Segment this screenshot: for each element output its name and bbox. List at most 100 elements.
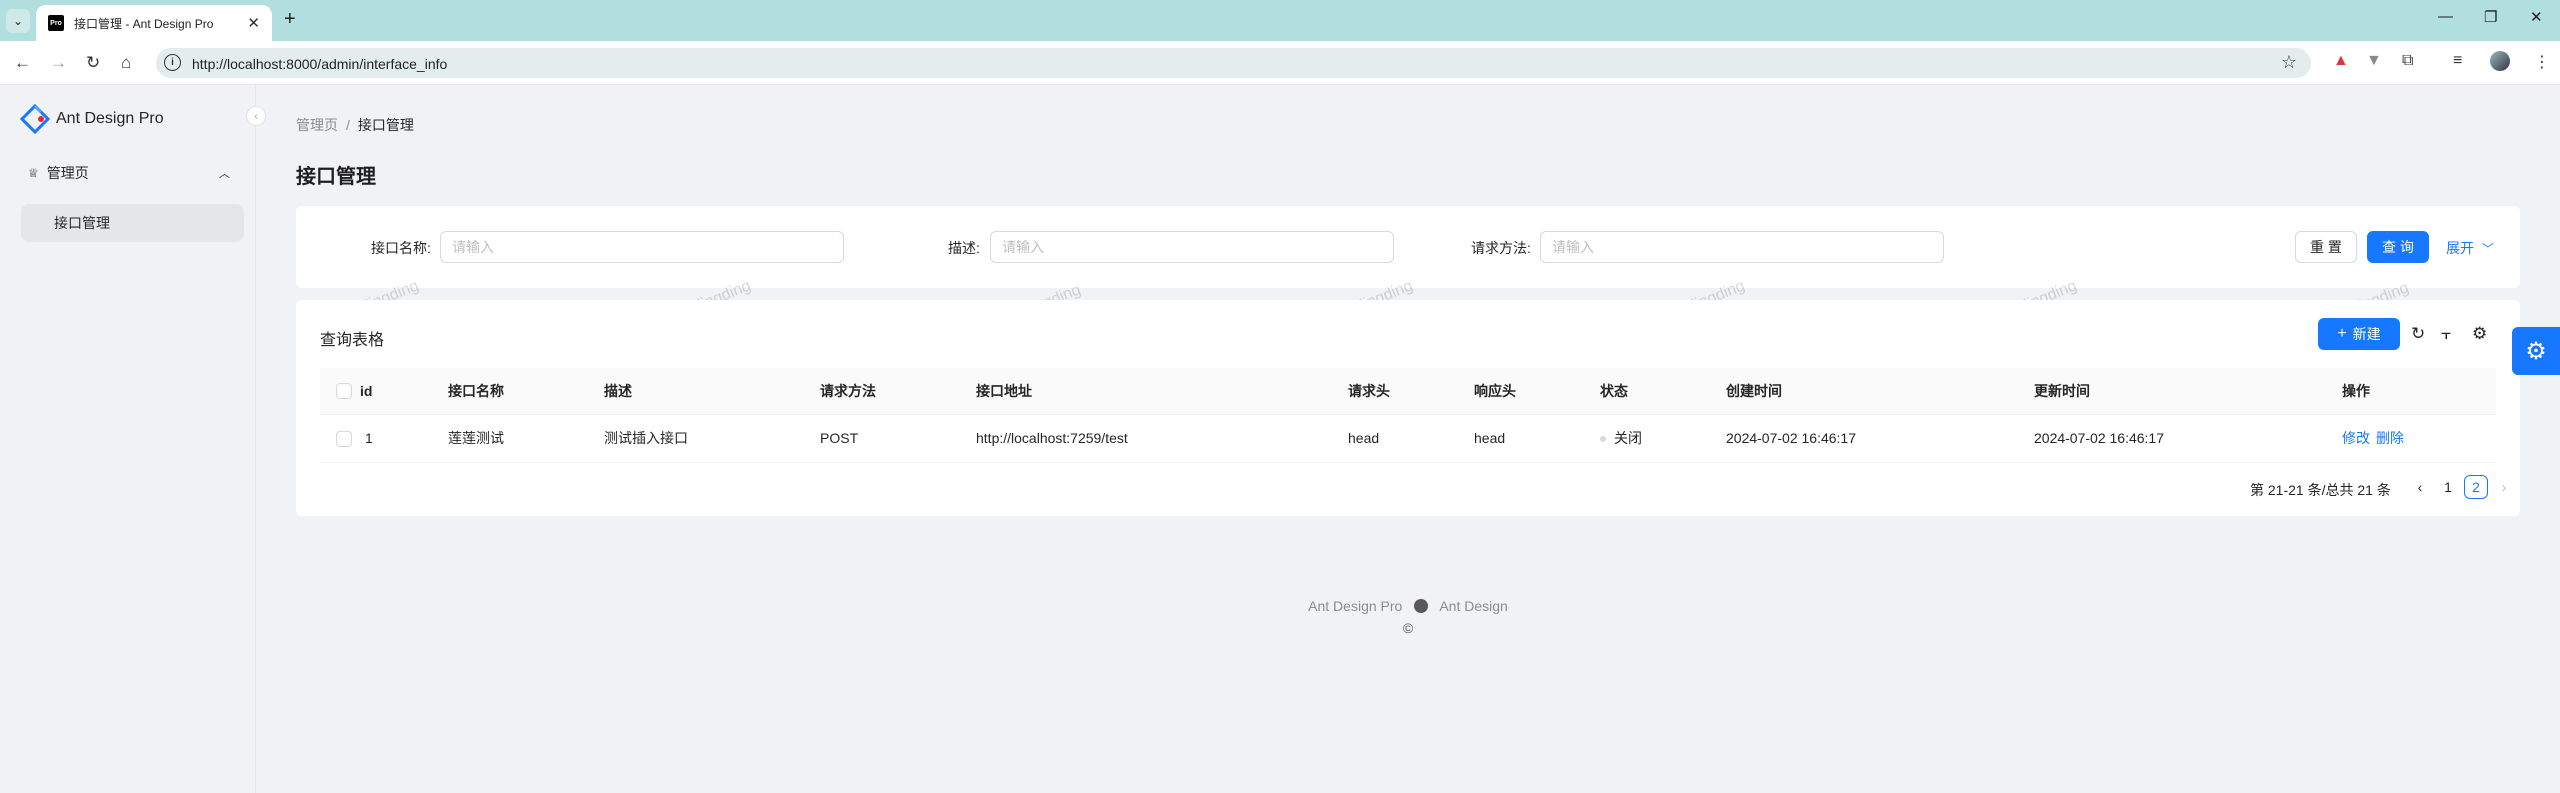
reload-table-icon[interactable]: ↻ — [2411, 324, 2425, 344]
chevron-down-icon: ﹀ — [2481, 242, 2494, 256]
back-arrow-icon[interactable]: ← — [14, 53, 31, 73]
method-input[interactable] — [1540, 231, 1944, 263]
breadcrumb: 管理页 / 接口管理 — [296, 115, 414, 135]
forward-arrow-icon[interactable]: → — [50, 53, 67, 73]
col-header-actions: 操作 — [2326, 368, 2496, 415]
extension-icon[interactable]: ▲ — [2333, 52, 2349, 70]
app-logo[interactable]: Ant Design Pro — [20, 104, 164, 134]
table-settings-gear-icon[interactable]: ⚙ — [2472, 324, 2487, 344]
tab-close-icon[interactable]: ✕ — [247, 14, 260, 32]
new-tab-icon[interactable]: + — [284, 8, 296, 31]
interface-table: id 接口名称 描述 请求方法 接口地址 请求头 响应头 状态 创建时间 更新时… — [320, 368, 2496, 463]
sider: Ant Design Pro ‹ ♕ 管理页 ︿ 接口管理 — [0, 86, 266, 793]
field-label-method: 请求方法: — [1471, 240, 1531, 256]
next-page-icon[interactable]: › — [2492, 475, 2516, 499]
expand-label: 展开 — [2446, 240, 2474, 256]
setting-gear-icon: ⚙ — [2525, 337, 2547, 365]
extensions-puzzle-icon[interactable]: ⧉ — [2402, 52, 2413, 70]
url-text[interactable]: http://localhost:8000/admin/interface_in… — [192, 56, 447, 72]
ant-design-logo-icon — [20, 104, 50, 134]
reset-button[interactable]: 重 置 — [2295, 231, 2357, 263]
new-button[interactable]: + 新建 — [2318, 318, 2400, 350]
menu-item-interface[interactable]: 接口管理 — [21, 204, 244, 242]
pagination-summary: 第 21-21 条/总共 21 条 — [2250, 482, 2391, 498]
description-input[interactable] — [990, 231, 1394, 263]
browser-tab[interactable]: Pro 接口管理 - Ant Design Pro ✕ — [36, 5, 272, 41]
col-header-id[interactable]: id — [360, 368, 432, 415]
omnibox[interactable]: i http://localhost:8000/admin/interface_… — [156, 48, 2311, 78]
minimize-icon[interactable]: — — [2438, 8, 2453, 25]
reading-list-icon[interactable]: ≡ — [2453, 52, 2462, 70]
table-row: 1 莲莲测试 测试插入接口 POST http://localhost:7259… — [320, 414, 2496, 463]
tab-search-chevron-icon[interactable]: ⌄ — [6, 9, 30, 33]
restore-icon[interactable]: ❐ — [2484, 8, 2497, 26]
field-label-description: 描述: — [948, 240, 980, 256]
query-button[interactable]: 查 询 — [2367, 231, 2429, 263]
select-all-checkbox[interactable] — [336, 383, 352, 400]
field-label-name: 接口名称: — [371, 240, 431, 256]
cell-updated: 2024-07-02 16:46:17 — [2018, 414, 2326, 463]
cell-url: http://localhost:7259/test — [960, 414, 1332, 463]
profile-avatar[interactable] — [2490, 51, 2510, 71]
app-title: Ant Design Pro — [56, 110, 164, 127]
table-title: 查询表格 — [320, 332, 385, 349]
page-1[interactable]: 1 — [2436, 475, 2460, 499]
menu-group-label: 管理页 — [46, 165, 89, 181]
column-height-icon[interactable]: ⫟ — [2441, 324, 2451, 344]
table-header-row: id 接口名称 描述 请求方法 接口地址 请求头 响应头 状态 创建时间 更新时… — [320, 368, 2496, 415]
breadcrumb-current: 接口管理 — [357, 117, 414, 133]
delete-link[interactable]: 删除 — [2376, 430, 2404, 446]
footer-link-pro[interactable]: Ant Design Pro — [1308, 598, 1402, 614]
expand-button[interactable]: 展开 ﹀ — [2446, 238, 2494, 258]
col-header-status[interactable]: 状态 — [1584, 368, 1710, 415]
cell-request-header: head — [1332, 414, 1458, 463]
new-button-label: 新建 — [2352, 326, 2381, 342]
name-input[interactable] — [440, 231, 844, 263]
prev-page-icon[interactable]: ‹ — [2408, 475, 2432, 499]
footer-links: Ant Design Pro Ant Design — [0, 598, 2560, 614]
tab-favicon: Pro — [48, 15, 64, 31]
extension-filter-icon[interactable]: ▼ — [2366, 52, 2382, 70]
col-header-response-header[interactable]: 响应头 — [1458, 368, 1584, 415]
bookmark-star-icon[interactable]: ☆ — [2281, 52, 2297, 73]
menu-group-admin[interactable]: ♕ 管理页 ︿ — [12, 158, 244, 188]
col-header-description[interactable]: 描述 — [588, 368, 804, 415]
cell-actions: 修改 删除 — [2326, 414, 2496, 463]
breadcrumb-separator: / — [346, 117, 350, 133]
reload-icon[interactable]: ↻ — [86, 53, 100, 73]
breadcrumb-parent[interactable]: 管理页 — [296, 117, 338, 133]
browser-menu-icon[interactable]: ⋮ — [2534, 52, 2550, 72]
col-header-url[interactable]: 接口地址 — [960, 368, 1332, 415]
select-all-cell — [320, 368, 360, 415]
row-select-cell — [320, 414, 360, 463]
search-form-card: 接口名称: 描述: 请求方法: 重 置 查 询 展开 ﹀ — [296, 206, 2520, 288]
tab-title: 接口管理 - Ant Design Pro — [74, 16, 214, 31]
status-dot-icon — [1600, 436, 1606, 443]
cell-status: 关闭 — [1584, 414, 1710, 463]
col-header-request-header[interactable]: 请求头 — [1332, 368, 1458, 415]
page-title: 接口管理 — [296, 166, 376, 188]
cell-response-header: head — [1458, 414, 1584, 463]
col-header-method[interactable]: 请求方法 — [804, 368, 960, 415]
site-info-icon[interactable]: i — [164, 54, 181, 71]
address-bar-row: ← → ↻ ⌂ i http://localhost:8000/admin/in… — [0, 41, 2560, 85]
col-header-updated[interactable]: 更新时间 — [2018, 368, 2326, 415]
cell-created: 2024-07-02 16:46:17 — [1710, 414, 2018, 463]
cell-method: POST — [804, 414, 960, 463]
collapse-sider-icon[interactable]: ‹ — [246, 106, 266, 126]
footer-link-antd[interactable]: Ant Design — [1439, 598, 1507, 614]
edit-link[interactable]: 修改 — [2342, 430, 2370, 446]
row-checkbox[interactable] — [336, 430, 352, 447]
cell-description: 测试插入接口 — [588, 414, 804, 463]
col-header-name[interactable]: 接口名称 — [432, 368, 588, 415]
cell-name: 莲莲测试 — [432, 414, 588, 463]
home-icon[interactable]: ⌂ — [121, 53, 131, 73]
footer-copyright: © — [1402, 620, 1414, 636]
status-text: 关闭 — [1614, 430, 1642, 446]
page-2-active[interactable]: 2 — [2464, 475, 2488, 499]
github-icon[interactable] — [1414, 599, 1429, 613]
col-header-created[interactable]: 创建时间 — [1710, 368, 2018, 415]
plus-icon: + — [2337, 325, 2347, 342]
window-close-icon[interactable]: ✕ — [2530, 8, 2543, 26]
settings-drawer-button[interactable]: ⚙ — [2512, 327, 2560, 375]
